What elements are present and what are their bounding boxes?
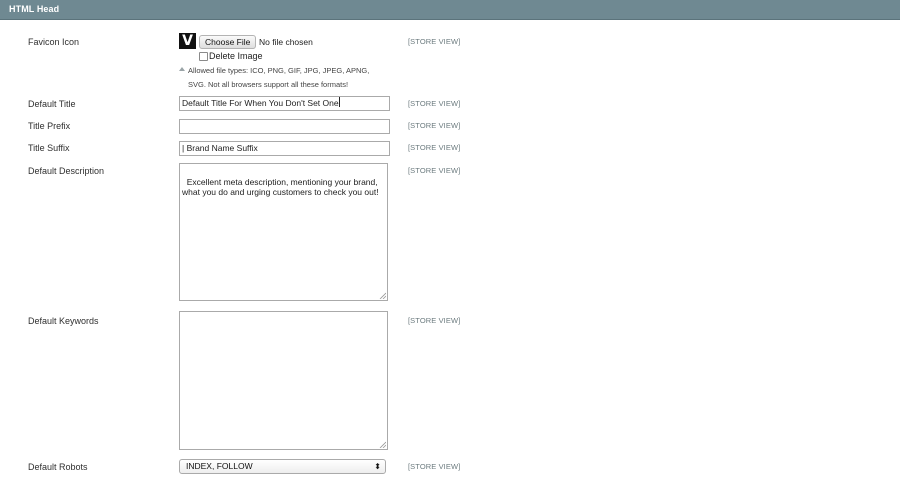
default-robots-label: Default Robots xyxy=(28,462,88,472)
section-header[interactable]: HTML Head xyxy=(0,0,900,20)
default-robots-selected-value: INDEX, FOLLOW xyxy=(186,461,253,471)
no-file-chosen-text: No file chosen xyxy=(259,37,313,47)
favicon-preview-image[interactable]: V xyxy=(179,33,196,49)
default-description-label: Default Description xyxy=(28,166,105,176)
default-description-textarea[interactable]: Excellent meta description, mentioning y… xyxy=(179,163,388,301)
favicon-scope: [STORE VIEW] xyxy=(408,37,461,46)
file-types-note-line1: Allowed file types: ICO, PNG, GIF, JPG, … xyxy=(188,66,370,75)
file-types-note-line2: SVG. Not all browsers support all these … xyxy=(188,80,349,89)
default-keywords-textarea[interactable] xyxy=(179,311,388,450)
title-suffix-label: Title Suffix xyxy=(28,143,70,153)
title-prefix-scope: [STORE VIEW] xyxy=(408,121,461,130)
note-arrow-icon xyxy=(179,67,185,71)
default-title-scope: [STORE VIEW] xyxy=(408,99,461,108)
resize-grip-icon[interactable] xyxy=(379,292,386,299)
text-caret xyxy=(338,97,340,107)
delete-image-label[interactable]: Delete Image xyxy=(209,51,263,61)
default-title-input[interactable]: Default Title For When You Don't Set One xyxy=(179,96,390,111)
default-description-scope: [STORE VIEW] xyxy=(408,166,461,175)
title-suffix-input[interactable]: | Brand Name Suffix xyxy=(179,141,390,156)
default-title-label: Default Title xyxy=(28,99,76,109)
default-robots-select[interactable]: INDEX, FOLLOW ⬍ xyxy=(179,459,386,474)
delete-image-checkbox[interactable] xyxy=(199,52,208,61)
default-title-value: Default Title For When You Don't Set One xyxy=(182,98,339,108)
title-prefix-label: Title Prefix xyxy=(28,121,71,131)
select-arrows-icon: ⬍ xyxy=(374,462,381,471)
default-keywords-scope: [STORE VIEW] xyxy=(408,316,461,325)
default-keywords-label: Default Keywords xyxy=(28,316,99,326)
default-robots-scope: [STORE VIEW] xyxy=(408,462,461,471)
choose-file-button[interactable]: Choose File xyxy=(199,35,257,49)
resize-grip-icon[interactable] xyxy=(379,441,386,448)
default-description-value: Excellent meta description, mentioning y… xyxy=(182,177,380,197)
favicon-label: Favicon Icon xyxy=(28,37,80,47)
title-prefix-input[interactable] xyxy=(179,119,390,134)
section-title: HTML Head xyxy=(9,4,60,14)
favicon-letter: V xyxy=(182,33,193,49)
title-suffix-scope: [STORE VIEW] xyxy=(408,143,461,152)
